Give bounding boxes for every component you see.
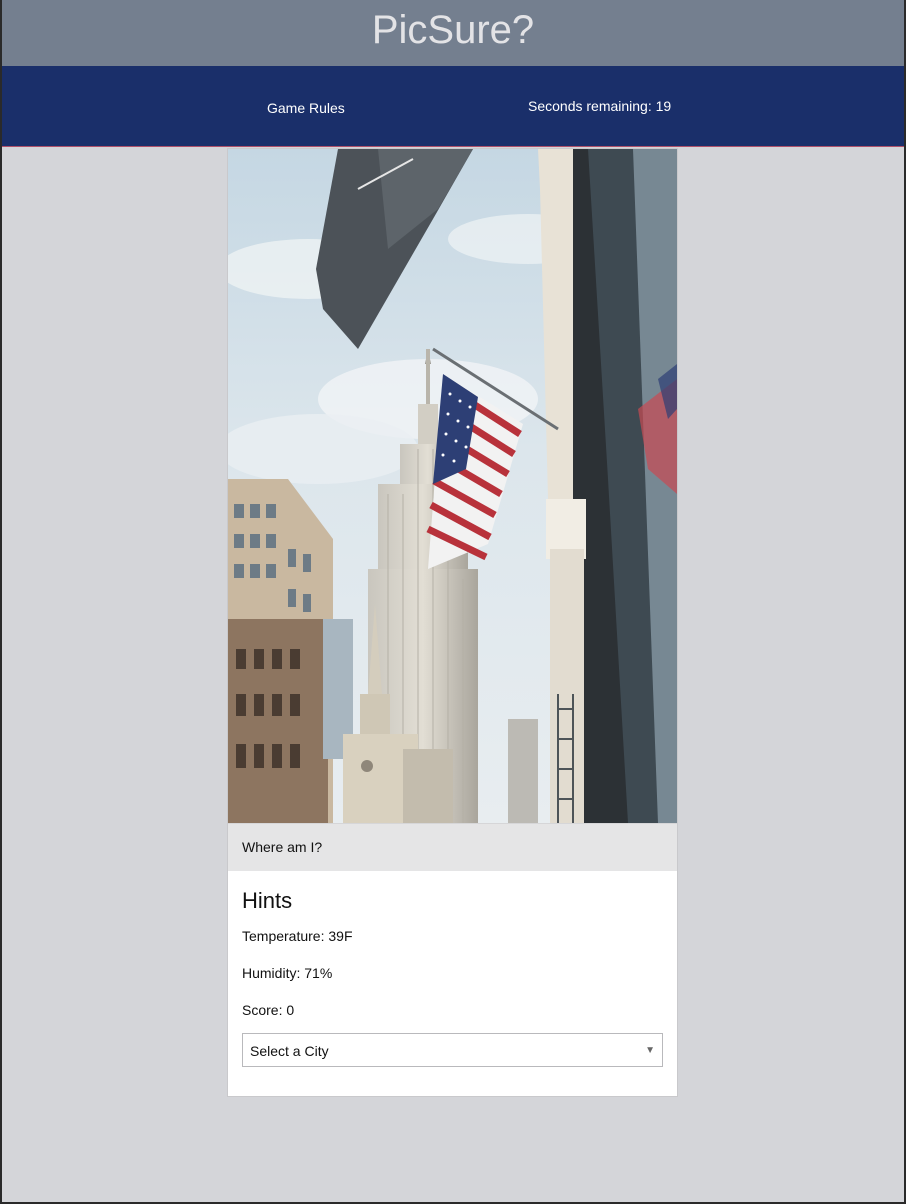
hints-title: Hints (242, 888, 293, 913)
humidity-hint: Humidity: 71% (242, 965, 332, 981)
countdown-timer: Seconds remaining: 19 (528, 98, 671, 114)
score-display: Score: 0 (242, 1002, 294, 1018)
city-select-value: Select a City (250, 1043, 329, 1059)
game-rules-link[interactable]: Game Rules (267, 100, 345, 116)
humidity-label: Humidity: (242, 965, 301, 981)
timer-value: 19 (655, 98, 672, 114)
chevron-down-icon: ▼ (645, 1045, 655, 1056)
humidity-value: 71% (304, 965, 333, 981)
timer-label: Seconds remaining: (528, 98, 652, 114)
question-label: Where am I? (242, 839, 323, 855)
temperature-value: 39F (328, 928, 353, 944)
game-card: Where am I? Hints Temperature: 39F Humid… (227, 148, 678, 1097)
city-street-photo-icon (228, 149, 677, 823)
score-value: 0 (286, 1002, 295, 1018)
temperature-hint: Temperature: 39F (242, 928, 353, 944)
nav-bar: Game Rules Seconds remaining: 19 (2, 66, 904, 147)
question-caption: Where am I? (228, 823, 677, 871)
city-select[interactable]: Select a City ▼ (242, 1033, 663, 1067)
temperature-label: Temperature: (242, 928, 325, 944)
city-photo (228, 149, 677, 823)
title-bar: PicSure? (2, 0, 904, 66)
app-title: PicSure? (371, 8, 535, 52)
score-label: Score: (242, 1002, 283, 1018)
